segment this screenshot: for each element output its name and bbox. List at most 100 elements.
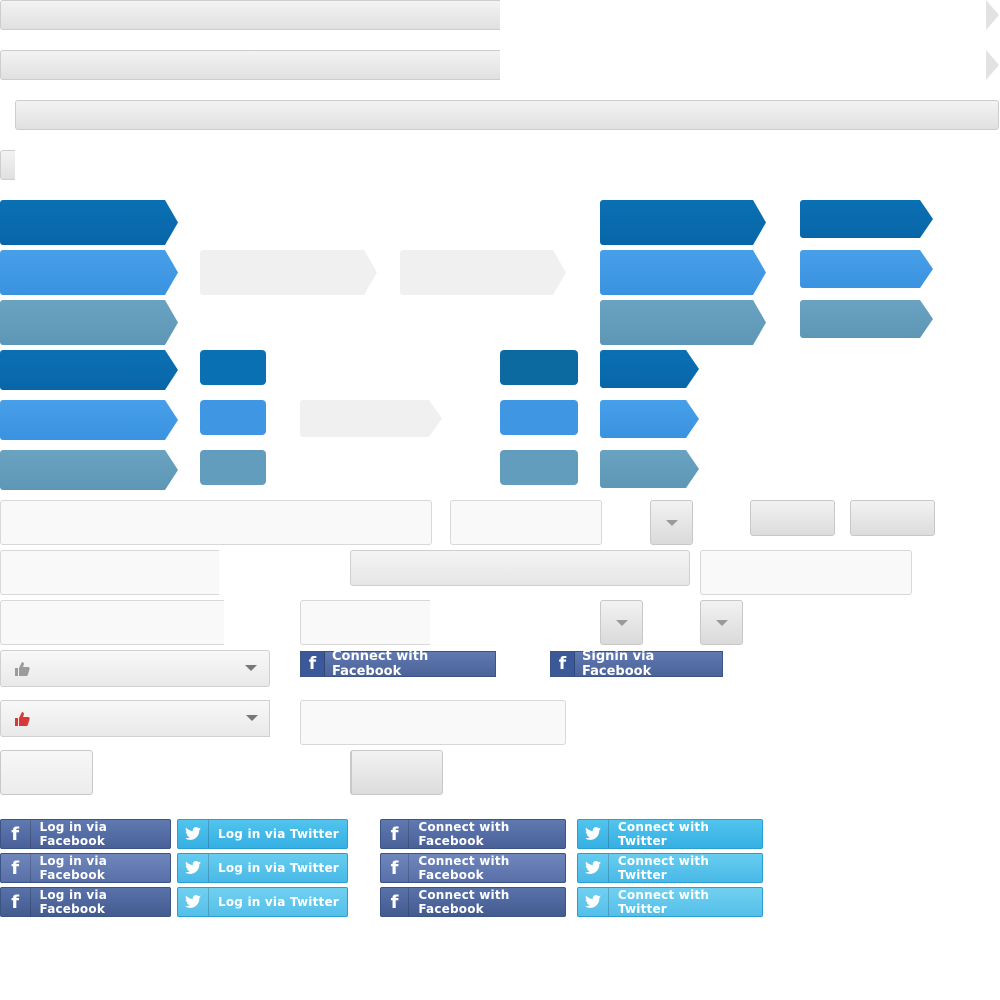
button-label: Signin via Facebook: [582, 649, 655, 679]
button-label: Log in via Facebook: [39, 888, 108, 916]
dropdown-toggle-button[interactable]: [600, 600, 643, 645]
select-field[interactable]: [350, 550, 690, 586]
ribbon-button-gray[interactable]: [600, 450, 699, 488]
ribbon-button-mid[interactable]: [0, 250, 178, 295]
chevron-down-icon: [245, 665, 257, 671]
ribbon-button-light[interactable]: [300, 400, 442, 437]
login-twitter-button[interactable]: Log in via Twitter: [177, 887, 348, 917]
ribbon-button-mid[interactable]: [800, 250, 933, 288]
ribbon-button-gray[interactable]: [0, 300, 178, 345]
twitter-icon: [578, 888, 609, 916]
chevron-down-icon: [715, 619, 728, 626]
ribbon-button-gray[interactable]: [0, 450, 178, 490]
rating-select-neutral[interactable]: [0, 650, 270, 687]
arrow-right-icon: [986, 0, 999, 30]
square-button-gray[interactable]: [500, 450, 578, 485]
button-label: Connect with Facebook: [418, 888, 510, 916]
login-facebook-button[interactable]: f Log in via Facebook: [0, 887, 171, 917]
square-button-mid[interactable]: [200, 400, 266, 435]
chevron-down-icon: [615, 619, 628, 626]
rating-select-liked[interactable]: [0, 700, 270, 737]
twitter-bird-icon: [584, 861, 601, 874]
button-label: Connect with Facebook: [418, 854, 510, 882]
ribbon-button-mid[interactable]: [0, 400, 178, 440]
progress-bar-track-1: [0, 0, 500, 30]
twitter-bird-icon: [584, 827, 601, 840]
ribbon-button-dark[interactable]: [600, 200, 766, 245]
twitter-bird-icon: [185, 861, 201, 874]
thumbs-up-icon: [15, 711, 30, 726]
twitter-icon: [578, 854, 609, 882]
text-input-open[interactable]: [300, 600, 430, 645]
twitter-icon: [178, 888, 209, 916]
chevron-down-icon: [246, 715, 258, 721]
facebook-icon: f: [1, 820, 31, 848]
thumbs-up-icon: [15, 661, 30, 676]
facebook-icon: f: [381, 888, 410, 916]
divider: [269, 700, 270, 737]
ribbon-button-mid[interactable]: [600, 250, 766, 295]
twitter-bird-icon: [185, 895, 201, 908]
dropdown-toggle-button[interactable]: [650, 500, 693, 545]
connect-twitter-button[interactable]: Connect with Twitter: [577, 853, 763, 883]
button-label: Connect with Twitter: [617, 854, 710, 882]
connect-facebook-button[interactable]: f Connect with Facebook: [380, 887, 566, 917]
ribbon-button-dark[interactable]: [0, 350, 178, 390]
ribbon-button-dark[interactable]: [0, 200, 178, 245]
facebook-icon: f: [381, 854, 410, 882]
square-button-mid[interactable]: [500, 400, 578, 435]
button-label: Log in via Twitter: [218, 827, 339, 841]
twitter-bird-icon: [185, 827, 201, 840]
gray-button[interactable]: [850, 500, 935, 536]
text-input-medium[interactable]: [700, 550, 912, 595]
connect-twitter-button[interactable]: Connect with Twitter: [577, 819, 763, 849]
connect-facebook-button[interactable]: f Connect with Facebook: [300, 649, 496, 679]
gray-button[interactable]: [750, 500, 835, 536]
progress-bar-track-2: [0, 50, 500, 80]
button-label: Log in via Twitter: [218, 861, 339, 875]
gray-button[interactable]: [0, 750, 93, 795]
button-label: Connect with Twitter: [617, 888, 710, 916]
button-label: Connect with Facebook: [418, 820, 510, 848]
ribbon-button-dark[interactable]: [800, 200, 933, 238]
text-input-open[interactable]: [0, 550, 219, 595]
square-button-gray[interactable]: [200, 450, 266, 485]
signin-facebook-button[interactable]: f Signin via Facebook: [550, 649, 723, 679]
connect-twitter-button[interactable]: Connect with Twitter: [577, 887, 763, 917]
facebook-icon: f: [1, 854, 31, 882]
ribbon-button-gray[interactable]: [800, 300, 933, 338]
facebook-icon: f: [381, 820, 410, 848]
login-facebook-button[interactable]: f Log in via Facebook: [0, 853, 171, 883]
dropdown-toggle-button[interactable]: [700, 600, 743, 645]
square-button-dark[interactable]: [200, 350, 266, 385]
chevron-down-icon: [665, 519, 678, 526]
text-input-medium[interactable]: [300, 700, 566, 745]
button-label: Connect with Twitter: [617, 820, 710, 848]
text-input-medium[interactable]: [450, 500, 602, 545]
button-label: Log in via Facebook: [39, 854, 108, 882]
connect-facebook-button[interactable]: f Connect with Facebook: [380, 819, 566, 849]
login-twitter-button[interactable]: Log in via Twitter: [177, 853, 348, 883]
facebook-icon: f: [301, 652, 326, 676]
arrow-right-icon: [986, 50, 999, 80]
twitter-bird-icon: [584, 895, 601, 908]
ribbon-button-light[interactable]: [200, 250, 377, 295]
login-facebook-button[interactable]: f Log in via Facebook: [0, 819, 171, 849]
progress-bar-track-3: [15, 100, 999, 130]
connect-facebook-button[interactable]: f Connect with Facebook: [380, 853, 566, 883]
twitter-icon: [178, 854, 209, 882]
facebook-icon: f: [551, 652, 575, 676]
ribbon-button-mid[interactable]: [600, 400, 699, 438]
progress-bar-cap: [0, 150, 15, 180]
text-input-large[interactable]: [0, 500, 432, 545]
square-button-dark[interactable]: [500, 350, 578, 385]
ribbon-button-light[interactable]: [400, 250, 566, 295]
text-input-open[interactable]: [0, 600, 224, 645]
login-twitter-button[interactable]: Log in via Twitter: [177, 819, 348, 849]
button-label: Connect with Facebook: [332, 649, 429, 679]
ribbon-button-gray[interactable]: [600, 300, 766, 345]
ribbon-button-dark[interactable]: [600, 350, 699, 388]
facebook-icon: f: [1, 888, 31, 916]
button-label: Log in via Facebook: [39, 820, 108, 848]
gray-button[interactable]: [350, 750, 443, 795]
